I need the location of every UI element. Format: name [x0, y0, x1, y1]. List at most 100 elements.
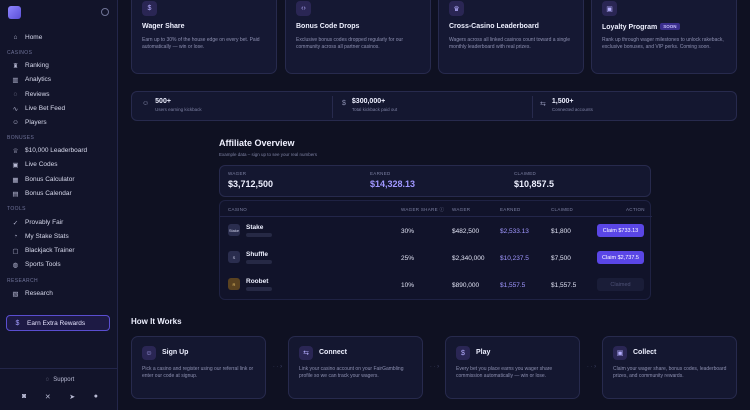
dollar-icon: $ — [342, 100, 346, 107]
sidebar-item-label: Live Bet Feed — [25, 105, 66, 112]
cell-claimed: $7,500 — [551, 255, 571, 262]
feature-card-leaderboard: ♛ Cross-Casino Leaderboard Wagers across… — [438, 0, 584, 74]
feature-desc: Rank up through wager milestones to unlo… — [602, 37, 724, 51]
column-header[interactable]: WAGER SHARE ⓘ — [401, 207, 444, 213]
cell-share: 30% — [401, 228, 415, 235]
step-sign-up: ☺ Sign Up Pick a casino and register usi… — [131, 336, 266, 399]
column-header: ACTION — [626, 207, 645, 212]
sidebar-item-label: Live Codes — [25, 161, 58, 168]
stat-users: ☺ 500+ Users earning kickback — [142, 98, 202, 112]
casino-meta — [246, 287, 272, 291]
trophy-icon: ♛ — [449, 1, 464, 16]
earn-extra-rewards-button[interactable]: $ Earn Extra Rewards — [6, 315, 110, 331]
sidebar-item-live-bet-feed[interactable]: ∿ Live Bet Feed — [6, 102, 110, 115]
stake-logo-icon: Stake — [228, 224, 240, 236]
cell-wager: $890,000 — [452, 282, 480, 289]
divider — [0, 368, 118, 369]
check-icon: ✓ — [12, 219, 19, 227]
sidebar-item-label: $10,000 Leaderboard — [25, 147, 88, 154]
total-wager: WAGER $3,712,500 — [228, 171, 273, 189]
sidebar-item-home[interactable]: ⌂ Home — [6, 31, 110, 44]
column-header: CLAIMED — [551, 207, 574, 212]
sidebar-item-players[interactable]: ☺ Players — [6, 116, 110, 129]
cell-earned: $10,237.5 — [500, 255, 529, 262]
cell-claimed: $1,557.5 — [551, 282, 577, 289]
affiliate-subtitle: Example data – sign up to see your real … — [219, 152, 318, 157]
discord-icon[interactable]: ◙ — [22, 393, 26, 401]
collapse-sidebar-icon[interactable] — [101, 8, 109, 16]
gift-icon: ▣ — [12, 161, 19, 169]
casino-name: Stake — [246, 224, 264, 231]
sidebar-item-ranking[interactable]: ♜ Ranking — [6, 59, 110, 72]
brand-logo-icon[interactable] — [8, 6, 21, 19]
sidebar-item-live-codes[interactable]: ▣ Live Codes — [6, 158, 110, 171]
step-title: Play — [476, 349, 491, 356]
telegram-icon[interactable]: ➤ — [69, 393, 75, 401]
claim-button[interactable]: Claim $733.13 — [597, 224, 644, 237]
sidebar-item-sports-tools[interactable]: ◍ Sports Tools — [6, 258, 110, 271]
total-label: WAGER — [228, 171, 247, 176]
feature-title: Cross-Casino Leaderboard — [449, 23, 539, 30]
step-title: Collect — [633, 349, 657, 356]
roobet-logo-icon: R — [228, 278, 240, 290]
table-row: Stake Stake 30% $482,500 $2,533.13 $1,80… — [220, 218, 652, 245]
support-button[interactable]: ◌ Support — [14, 374, 106, 386]
dollar-icon: $ — [142, 1, 157, 16]
casino-name: Shuffle — [246, 251, 269, 258]
soon-badge: SOON — [660, 23, 680, 30]
stats-bar: ☺ 500+ Users earning kickback $ $300,000+… — [131, 91, 737, 121]
link-icon: ⇆ — [299, 346, 313, 360]
column-header: CASINO — [228, 207, 248, 212]
sidebar-item-analytics[interactable]: ▥ Analytics — [6, 73, 110, 86]
cell-share: 10% — [401, 282, 415, 289]
calendar-icon: ▤ — [12, 190, 19, 198]
feature-desc: Exclusive bonus codes dropped regularly … — [296, 37, 404, 51]
step-desc: Link your casino account on your FairGam… — [299, 366, 404, 380]
column-header: EARNED — [500, 207, 521, 212]
stat-label: Total kickback paid out — [351, 107, 398, 112]
cards-icon: ▢ — [12, 247, 19, 255]
home-icon: ⌂ — [13, 34, 18, 41]
earn-label: Earn Extra Rewards — [27, 319, 86, 327]
dollar-icon: $ — [456, 346, 470, 360]
cell-wager: $2,340,000 — [452, 255, 485, 262]
feature-desc: Wagers across all linked casinos count t… — [449, 37, 570, 51]
x-icon[interactable]: ✕ — [45, 393, 51, 401]
link-icon: ⇆ — [540, 101, 546, 108]
total-label: CLAIMED — [514, 171, 537, 176]
sidebar-item-bonus-calendar[interactable]: ▤ Bonus Calendar — [6, 187, 110, 200]
sidebar-item-leaderboard[interactable]: ♕ $10,000 Leaderboard — [6, 144, 110, 157]
medal-icon: ♕ — [12, 147, 19, 155]
step-title: Sign Up — [162, 349, 189, 356]
sidebar-item-label: Reviews — [25, 91, 50, 98]
sidebar-item-provably-fair[interactable]: ✓ Provably Fair — [6, 216, 110, 229]
gift-icon: ▣ — [613, 346, 627, 360]
sidebar-item-reviews[interactable]: ◌ Reviews — [6, 88, 110, 101]
sidebar-item-research[interactable]: ▧ Research — [6, 287, 110, 300]
step-collect: ▣ Collect Claim your wager share, bonus … — [602, 336, 737, 399]
how-it-works-title: How It Works — [131, 317, 182, 326]
feature-desc: Earn up to 30% of the house edge on ever… — [142, 37, 260, 51]
total-value: $10,857.5 — [514, 179, 555, 189]
claim-button[interactable]: Claim $2,737.5 — [597, 251, 644, 264]
casino-meta — [246, 260, 272, 264]
calculator-icon: ▦ — [12, 176, 19, 184]
pulse-icon: ∿ — [12, 105, 19, 113]
sidebar-item-blackjack-trainer[interactable]: ▢ Blackjack Trainer — [6, 244, 110, 257]
sidebar-item-label: Sports Tools — [25, 261, 61, 268]
feature-card-wager-share: $ Wager Share Earn up to 30% of the hous… — [131, 0, 277, 74]
chat-icon: ◌ — [13, 91, 18, 98]
sidebar-item-bonus-calculator[interactable]: ▦ Bonus Calculator — [6, 173, 110, 186]
sidebar-item-label: Research — [25, 290, 53, 297]
sidebar-item-label: Bonus Calendar — [25, 190, 72, 197]
feature-card-bonus-code-drops: ‹› Bonus Code Drops Exclusive bonus code… — [285, 0, 431, 74]
reddit-icon[interactable]: ● — [94, 393, 98, 401]
chat-icon: ◌ — [45, 377, 50, 383]
total-label: EARNED — [370, 171, 391, 176]
user-plus-icon: ☺ — [142, 346, 156, 360]
casino-meta — [246, 233, 272, 237]
sidebar-item-label: Bonus Calculator — [25, 176, 75, 183]
stat-label: Users earning kickback — [155, 107, 202, 112]
sidebar-item-my-stake-stats[interactable]: ◔ My Stake Stats — [6, 230, 110, 243]
stat-value: 1,500+ — [551, 98, 574, 105]
